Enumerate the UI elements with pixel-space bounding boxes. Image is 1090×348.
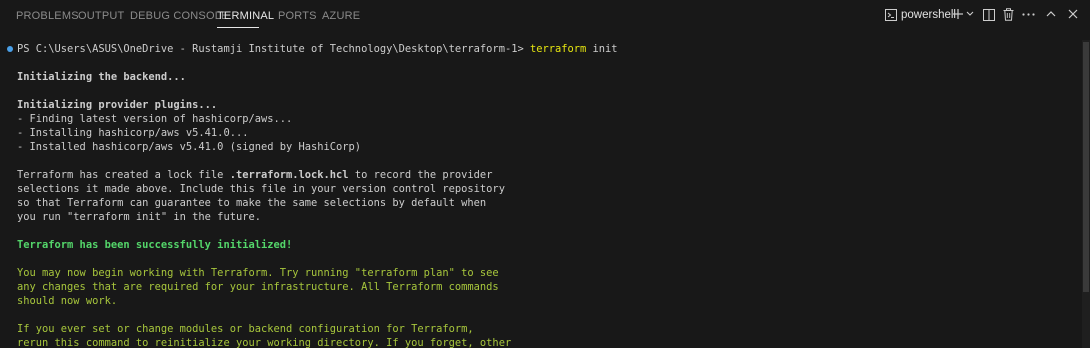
prompt-path: PS C:\Users\ASUS\OneDrive - Rustamji Ins… xyxy=(17,43,530,55)
prompt-line: PS C:\Users\ASUS\OneDrive - Rustamji Ins… xyxy=(17,42,618,56)
lock-line: Terraform has created a lock file .terra… xyxy=(17,168,492,182)
modules-line: If you ever set or change modules or bac… xyxy=(17,323,474,335)
modules-line: rerun this command to reinitialize your … xyxy=(17,337,512,348)
tab-azure[interactable]: AZURE xyxy=(322,10,360,22)
tab-terminal[interactable]: TERMINAL xyxy=(217,10,274,22)
terminal-output[interactable]: PS C:\Users\ASUS\OneDrive - Rustamji Ins… xyxy=(0,32,1082,348)
provider-line: - Installing hashicorp/aws v5.41.0... xyxy=(17,127,249,139)
lock-text: to record the provider xyxy=(348,169,493,181)
shell-name-label[interactable]: powershell xyxy=(901,9,956,21)
provider-line: - Finding latest version of hashicorp/aw… xyxy=(17,113,293,125)
backend-line: Initializing the backend... xyxy=(17,71,186,83)
maximize-panel-chevron-up-icon[interactable] xyxy=(1046,11,1056,17)
success-message: Terraform has been successfully initiali… xyxy=(17,239,293,251)
command-decoration-icon[interactable] xyxy=(7,46,13,52)
tab-ports[interactable]: PORTS xyxy=(278,10,317,22)
lock-line: you run "terraform init" in the future. xyxy=(17,211,261,223)
tab-debug-console[interactable]: DEBUG CONSOLE xyxy=(130,10,229,22)
terminal-scrollbar-thumb[interactable] xyxy=(1083,42,1089,292)
lock-text: Terraform has created a lock file xyxy=(17,169,230,181)
close-panel-icon[interactable] xyxy=(1068,9,1078,19)
more-actions-icon[interactable] xyxy=(1022,13,1035,16)
tab-problems[interactable]: PROBLEMS xyxy=(16,10,79,22)
command-args: init xyxy=(586,43,618,55)
terminal-shell-icon[interactable] xyxy=(885,9,897,21)
lock-line: selections it made above. Include this f… xyxy=(17,183,505,195)
lock-line: so that Terraform can guarantee to make … xyxy=(17,197,487,209)
next-steps-line: should now work. xyxy=(17,295,118,307)
chevron-down-icon[interactable] xyxy=(966,11,974,17)
active-tab-indicator xyxy=(217,27,259,28)
panel-tabbar: PROBLEMS OUTPUT DEBUG CONSOLE TERMINAL P… xyxy=(0,0,1090,32)
next-steps-line: any changes that are required for your i… xyxy=(17,281,499,293)
tab-output[interactable]: OUTPUT xyxy=(78,10,124,22)
provider-heading: Initializing provider plugins... xyxy=(17,99,218,111)
command-name: terraform xyxy=(529,43,587,55)
split-terminal-icon[interactable] xyxy=(983,9,995,21)
lock-file-name: .terraform.lock.hcl xyxy=(229,169,349,181)
trash-icon[interactable] xyxy=(1003,8,1014,21)
next-steps-line: You may now begin working with Terraform… xyxy=(17,267,499,279)
new-terminal-plus-icon[interactable] xyxy=(952,8,964,20)
provider-line: - Installed hashicorp/aws v5.41.0 (signe… xyxy=(17,141,362,153)
